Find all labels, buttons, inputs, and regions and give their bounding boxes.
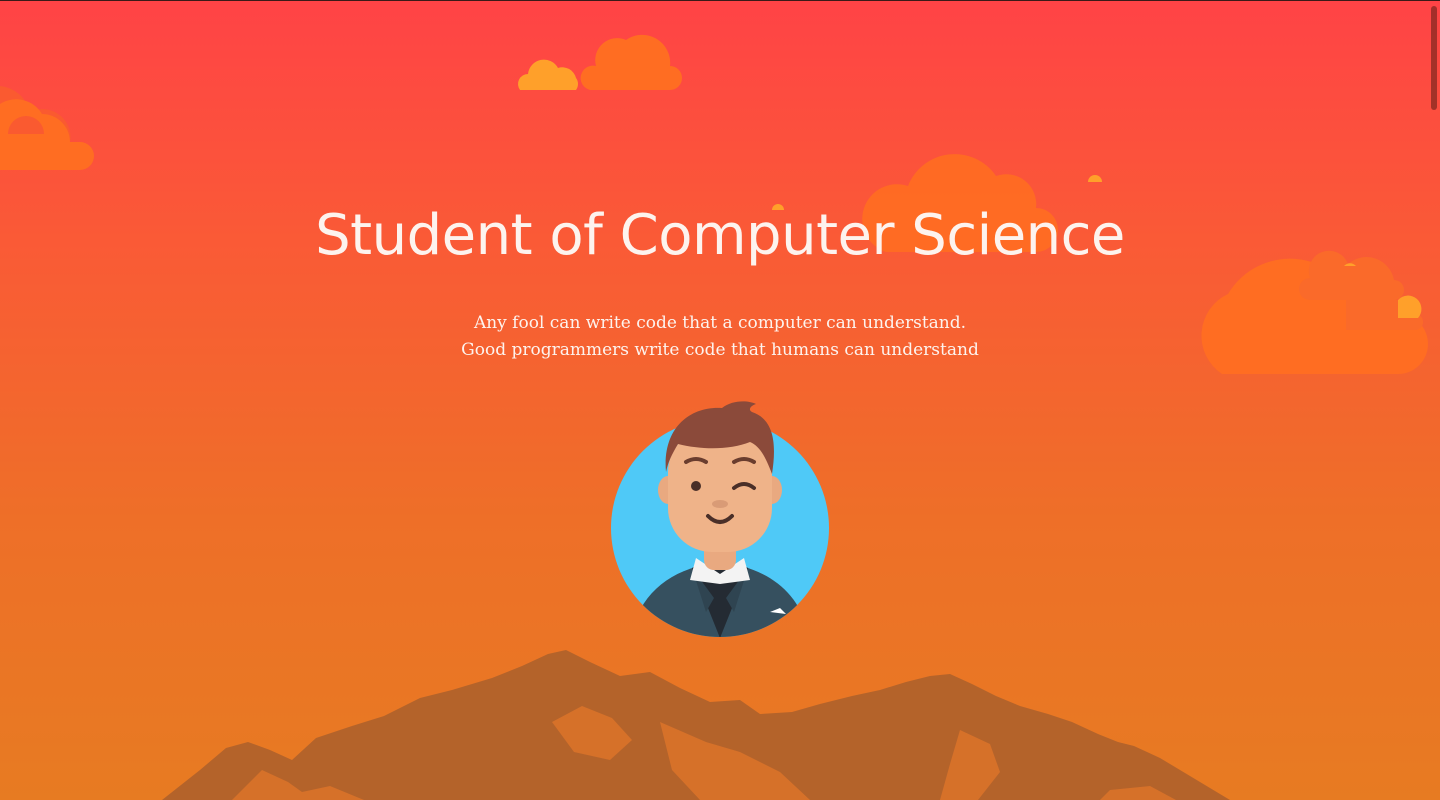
quote-line-1: Any fool can write code that a computer … (473, 313, 967, 333)
avatar (611, 401, 829, 637)
hero-quote: Any fool can write code that a computer … (0, 310, 1440, 364)
hero-title: Student of Computer Science (315, 203, 1125, 268)
page-scrollbar[interactable] (1428, 0, 1440, 800)
scrollbar-thumb[interactable] (1431, 6, 1437, 110)
quote-line-2: Good programmers write code that humans … (461, 340, 979, 360)
hero-section: Student of Computer Science Any fool can… (0, 0, 1440, 800)
